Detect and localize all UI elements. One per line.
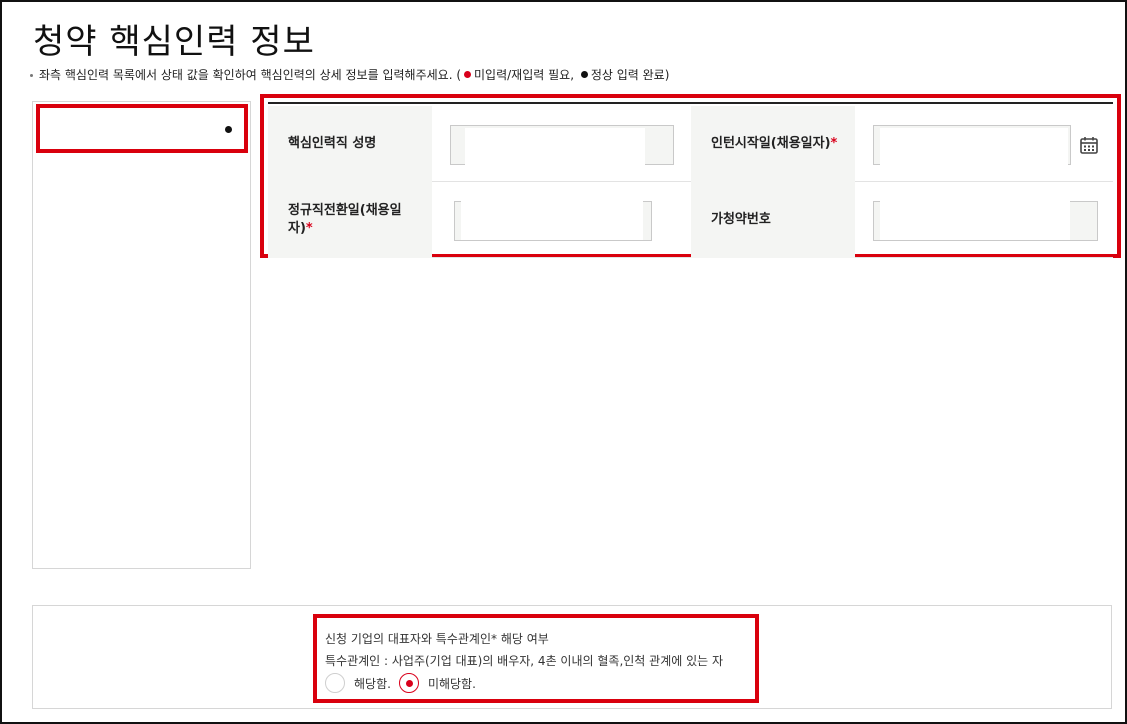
input-guide: 좌측 핵심인력 목록에서 상태 값을 확인하여 핵심인력의 상세 정보를 입력해…	[30, 66, 669, 83]
applicable-radio[interactable]	[325, 673, 345, 693]
red-status-dot-icon	[464, 71, 472, 78]
name-label: 핵심인력직 성명	[268, 106, 432, 182]
intern-start-date-label-text: 인턴시작일(채용일자)	[711, 136, 831, 151]
page-title: 청약 핵심인력 정보	[33, 22, 315, 62]
required-mark: *	[305, 221, 313, 236]
related-party-notice: 신청 기업의 대표자와 특수관계인* 해당 여부 특수관계인 : 사업주(기업 …	[313, 614, 759, 703]
masked-value	[880, 128, 1068, 170]
not-applicable-radio[interactable]	[398, 673, 419, 693]
applicable-radio-label: 해당함.	[354, 676, 391, 691]
guide-text: 좌측 핵심인력 목록에서 상태 값을 확인하여 핵심인력의 상세 정보를 입력해…	[39, 68, 462, 82]
guide-black-legend: 정상 입력 완료)	[590, 68, 670, 82]
regular-conversion-date-label: 정규직전환일(채용일자)*	[268, 182, 432, 258]
regular-conversion-date-input[interactable]	[454, 200, 652, 241]
core-staff-detail-form: 핵심인력직 성명 인턴시작일(채용일자)* 정규직전환일(채용일자)* 가청약번…	[260, 94, 1121, 258]
bullet-icon	[30, 74, 33, 77]
masked-value	[465, 128, 645, 168]
provisional-subscription-number-label: 가청약번호	[691, 182, 855, 258]
related-party-question: 신청 기업의 대표자와 특수관계인* 해당 여부	[325, 632, 549, 646]
black-status-dot-icon	[580, 71, 588, 78]
status-dot-icon	[225, 126, 232, 133]
required-mark: *	[830, 136, 838, 151]
core-staff-list-item[interactable]	[36, 104, 248, 153]
form-top-border	[268, 102, 1113, 104]
guide-red-legend: 미입력/재입력 필요,	[474, 68, 575, 82]
masked-value	[461, 200, 643, 240]
intern-start-date-input[interactable]	[873, 125, 1071, 170]
form-table: 핵심인력직 성명 인턴시작일(채용일자)* 정규직전환일(채용일자)* 가청약번…	[268, 106, 1113, 258]
form-row: 정규직전환일(채용일자)* 가청약번호	[268, 182, 1113, 258]
core-staff-list	[32, 101, 251, 569]
provisional-subscription-number-label-text: 가청약번호	[711, 212, 771, 227]
intern-start-date-label: 인턴시작일(채용일자)*	[691, 106, 855, 182]
related-party-definition: 특수관계인 : 사업주(기업 대표)의 배우자, 4촌 이내의 혈족,인척 관계…	[325, 654, 724, 668]
provisional-subscription-number-input[interactable]	[873, 200, 1098, 241]
related-party-radio-group: 해당함. 미해당함.	[325, 673, 755, 693]
masked-value	[880, 200, 1070, 240]
name-label-text: 핵심인력직 성명	[288, 136, 377, 151]
name-input[interactable]	[450, 125, 674, 168]
calendar-icon[interactable]	[1079, 135, 1099, 155]
form-row: 핵심인력직 성명 인턴시작일(채용일자)*	[268, 106, 1113, 182]
not-applicable-radio-label: 미해당함.	[427, 676, 476, 691]
